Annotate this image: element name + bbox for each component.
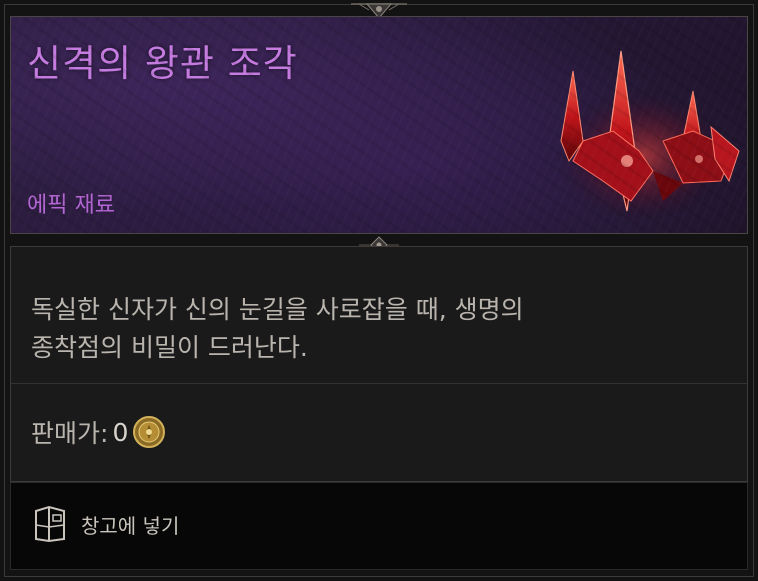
sell-price-label: 판매가: xyxy=(31,419,109,448)
item-details: 독실한 신자가 신의 눈길을 사로잡을 때, 생명의 종착점의 비밀이 드러난다… xyxy=(10,246,748,482)
section-divider xyxy=(11,383,747,384)
item-name: 신격의 왕관 조각 xyxy=(27,42,298,85)
stash-chest-icon xyxy=(35,505,65,543)
stash-button-label: 창고에 넣기 xyxy=(81,513,180,538)
item-actions: 창고에 넣기 xyxy=(10,482,748,570)
crown-shard-icon xyxy=(553,50,740,219)
item-description: 독실한 신자가 신의 눈길을 사로잡을 때, 생명의 종착점의 비밀이 드러난다… xyxy=(31,291,721,367)
description-line: 종착점의 비밀이 드러난다. xyxy=(31,333,308,362)
gold-coin-icon xyxy=(133,416,166,448)
item-tooltip: 신격의 왕관 조각 에픽 재료 독실한 신자가 신의 눈길을 사로잡을 때, 생… xyxy=(0,0,758,581)
item-header: 신격의 왕관 조각 에픽 재료 xyxy=(10,16,748,234)
sell-price: 판매가: 0 xyxy=(31,415,166,449)
sell-price-value: 0 xyxy=(112,417,129,447)
item-rarity-type: 에픽 재료 xyxy=(27,193,115,218)
stash-button[interactable]: 창고에 넣기 xyxy=(33,503,179,545)
description-line: 독실한 신자가 신의 눈길을 사로잡을 때, 생명의 xyxy=(31,295,524,324)
